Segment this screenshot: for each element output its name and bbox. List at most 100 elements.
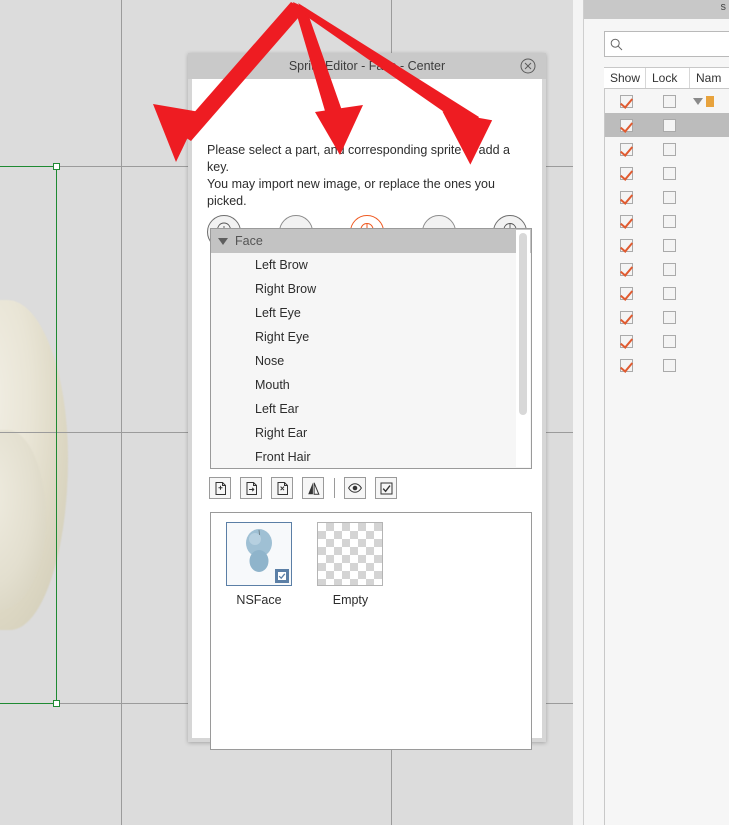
table-row[interactable] — [605, 281, 729, 305]
column-header-name[interactable]: Nam — [690, 68, 729, 88]
show-checkbox[interactable] — [619, 358, 633, 372]
table-row[interactable] — [605, 257, 729, 281]
search-input[interactable] — [626, 36, 720, 52]
show-checkbox[interactable] — [619, 310, 633, 324]
row-show-cell[interactable] — [605, 142, 647, 156]
lock-checkbox[interactable] — [662, 142, 676, 156]
show-checkbox[interactable] — [619, 142, 633, 156]
row-lock-cell[interactable] — [647, 286, 691, 300]
show-checkbox[interactable] — [619, 334, 633, 348]
show-checkbox[interactable] — [619, 214, 633, 228]
row-lock-cell[interactable] — [647, 94, 691, 108]
row-show-cell[interactable] — [605, 286, 647, 300]
checkbox-checked-icon[interactable] — [375, 477, 397, 499]
table-row[interactable] — [605, 113, 729, 137]
row-lock-cell[interactable] — [647, 238, 691, 252]
lock-checkbox[interactable] — [662, 238, 676, 252]
row-lock-cell[interactable] — [647, 166, 691, 180]
row-show-cell[interactable] — [605, 334, 647, 348]
list-item[interactable]: Left Brow — [211, 253, 531, 277]
list-item[interactable]: Mouth — [211, 373, 531, 397]
show-checkbox[interactable] — [619, 118, 633, 132]
eye-icon[interactable] — [344, 477, 366, 499]
table-row[interactable] — [605, 137, 729, 161]
sprite-gallery[interactable]: NSFace Empty — [210, 512, 532, 750]
list-item[interactable]: Right Ear — [211, 421, 531, 445]
lock-checkbox[interactable] — [662, 310, 676, 324]
column-header-show[interactable]: Show — [604, 68, 646, 88]
row-name-cell[interactable] — [691, 95, 729, 107]
show-checkbox[interactable] — [619, 94, 633, 108]
chevron-down-icon[interactable] — [693, 97, 703, 105]
lock-checkbox[interactable] — [662, 94, 676, 108]
lock-checkbox[interactable] — [662, 262, 676, 276]
part-list[interactable]: Face Left Brow Right Brow Left Eye Right Ey… — [210, 228, 532, 469]
chevron-down-icon[interactable] — [218, 237, 228, 245]
list-item[interactable]: Nose — [211, 349, 531, 373]
row-show-cell[interactable] — [605, 358, 647, 372]
row-lock-cell[interactable] — [647, 118, 691, 132]
selection-rectangle[interactable] — [0, 166, 57, 704]
list-item[interactable]: Right Eye — [211, 325, 531, 349]
row-lock-cell[interactable] — [647, 334, 691, 348]
table-row[interactable] — [605, 89, 729, 113]
row-lock-cell[interactable] — [647, 214, 691, 228]
lock-checkbox[interactable] — [662, 118, 676, 132]
list-scrollbar-thumb[interactable] — [519, 233, 527, 415]
table-row[interactable] — [605, 185, 729, 209]
row-lock-cell[interactable] — [647, 310, 691, 324]
row-lock-cell[interactable] — [647, 358, 691, 372]
list-item[interactable]: Left Eye — [211, 301, 531, 325]
lock-checkbox[interactable] — [662, 358, 676, 372]
column-header-lock[interactable]: Lock — [646, 68, 690, 88]
table-row[interactable] — [605, 233, 729, 257]
row-show-cell[interactable] — [605, 190, 647, 204]
row-show-cell[interactable] — [605, 214, 647, 228]
dialog-titlebar[interactable]: Sprite Editor - Face - Center — [188, 53, 546, 79]
table-row[interactable] — [605, 305, 729, 329]
list-scrollbar[interactable] — [516, 230, 530, 467]
sprite-thumbnail[interactable] — [226, 522, 292, 586]
row-lock-cell[interactable] — [647, 190, 691, 204]
row-lock-cell[interactable] — [647, 142, 691, 156]
document-replace-icon[interactable] — [240, 477, 262, 499]
search-box[interactable] — [604, 31, 729, 57]
row-lock-cell[interactable] — [647, 262, 691, 276]
row-show-cell[interactable] — [605, 238, 647, 252]
list-item[interactable]: Front Hair — [211, 445, 531, 468]
show-checkbox[interactable] — [619, 166, 633, 180]
table-row[interactable] — [605, 329, 729, 353]
table-row[interactable] — [605, 161, 729, 185]
lock-checkbox[interactable] — [662, 190, 676, 204]
row-show-cell[interactable] — [605, 94, 647, 108]
sprite-label: Empty — [332, 593, 369, 607]
sprite-item[interactable]: NSFace — [220, 522, 298, 607]
close-icon[interactable] — [520, 58, 536, 74]
table-row[interactable] — [605, 353, 729, 377]
list-item[interactable]: Left Ear — [211, 397, 531, 421]
row-show-cell[interactable] — [605, 166, 647, 180]
document-plus-icon[interactable] — [209, 477, 231, 499]
lock-checkbox[interactable] — [662, 214, 676, 228]
show-checkbox[interactable] — [619, 190, 633, 204]
list-item[interactable]: Right Brow — [211, 277, 531, 301]
outliner-title: s — [720, 1, 727, 13]
sprite-thumbnail[interactable] — [317, 522, 384, 586]
show-checkbox[interactable] — [619, 262, 633, 276]
grid-line-vertical — [121, 0, 122, 825]
list-group-header[interactable]: Face — [211, 229, 531, 253]
show-checkbox[interactable] — [619, 238, 633, 252]
sprite-item[interactable]: Empty — [311, 522, 389, 607]
row-show-cell[interactable] — [605, 118, 647, 132]
row-show-cell[interactable] — [605, 262, 647, 276]
document-delete-icon[interactable] — [271, 477, 293, 499]
table-row[interactable] — [605, 209, 729, 233]
selection-handle-top-right[interactable] — [53, 163, 60, 170]
selection-handle-bottom-right[interactable] — [53, 700, 60, 707]
lock-checkbox[interactable] — [662, 166, 676, 180]
lock-checkbox[interactable] — [662, 286, 676, 300]
show-checkbox[interactable] — [619, 286, 633, 300]
row-show-cell[interactable] — [605, 310, 647, 324]
lock-checkbox[interactable] — [662, 334, 676, 348]
mirror-flip-icon[interactable] — [302, 477, 324, 499]
